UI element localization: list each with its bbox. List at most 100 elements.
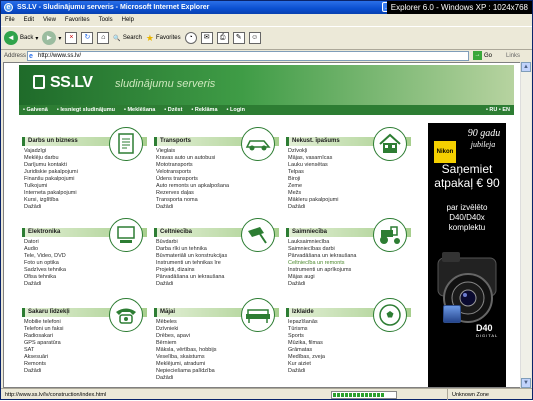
security-zone: Unknown Zone bbox=[447, 389, 489, 400]
links-label[interactable]: Links bbox=[506, 53, 520, 59]
edit-icon[interactable]: ✎ bbox=[232, 32, 245, 44]
menu-favorites[interactable]: Favorites bbox=[65, 15, 90, 25]
list-item[interactable]: Būvmateriāli un konstrukcijas bbox=[156, 253, 279, 260]
nav-login[interactable]: • Login bbox=[227, 105, 245, 115]
list-item[interactable]: Remonts bbox=[24, 361, 147, 368]
menu-tools[interactable]: Tools bbox=[99, 15, 113, 25]
list-item[interactable]: Bērniem bbox=[156, 340, 279, 347]
list-item[interactable]: Mājas augi bbox=[288, 274, 411, 281]
messenger-icon[interactable]: ☺ bbox=[248, 32, 261, 44]
home-icon[interactable]: ⌂ bbox=[97, 32, 110, 44]
menu-help[interactable]: Help bbox=[122, 15, 134, 25]
language-switch[interactable]: • RU • EN bbox=[486, 105, 510, 115]
list-item[interactable]: Biroji bbox=[288, 176, 411, 183]
list-item[interactable]: Rezerves daļas bbox=[156, 190, 279, 197]
history-icon[interactable]: ◔ bbox=[184, 32, 197, 44]
nikon-advertisement[interactable]: Nikon 90 gadu jubileja Saņemiet atpakaļ … bbox=[428, 123, 506, 387]
list-item[interactable]: Drēbes, apavi bbox=[156, 333, 279, 340]
list-item[interactable]: Zeme bbox=[288, 183, 411, 190]
list-item[interactable]: Juridiskie pakalpojumi bbox=[24, 169, 147, 176]
list-item[interactable]: Aksesuāri bbox=[24, 354, 147, 361]
ad-line-2: atpakaļ € 90 bbox=[434, 176, 500, 190]
list-item[interactable]: Radiosakari bbox=[24, 333, 147, 340]
list-item[interactable]: Instrumenti un tehnikas īre bbox=[156, 260, 279, 267]
trowel-icon bbox=[241, 218, 275, 252]
list-item[interactable]: Medības, zveja bbox=[288, 354, 411, 361]
list-item[interactable]: Dažādi bbox=[288, 204, 411, 211]
search-button[interactable]: 🔍 Search bbox=[113, 35, 142, 42]
status-text: http://www.ss.lv/lv/construction/index.h… bbox=[5, 392, 107, 398]
list-item[interactable]: Grāmatas bbox=[288, 347, 411, 354]
list-item[interactable]: Instrumenti un aprīkojums bbox=[288, 267, 411, 274]
list-item[interactable]: Meklējumi, atradumi bbox=[156, 361, 279, 368]
list-item[interactable]: Mūzika, filmas bbox=[288, 340, 411, 347]
list-item[interactable]: Veselība, skaistums bbox=[156, 354, 279, 361]
list-item[interactable]: Sports bbox=[288, 333, 411, 340]
list-item[interactable]: Dažādi bbox=[288, 281, 411, 288]
list-item[interactable]: Transporta noma bbox=[156, 197, 279, 204]
list-item[interactable]: Interneta pakalpojumi bbox=[24, 190, 147, 197]
list-item[interactable]: Lauku viensētas bbox=[288, 162, 411, 169]
list-item[interactable]: Kursi, izglītība bbox=[24, 197, 147, 204]
list-item[interactable]: Dažādi bbox=[156, 281, 279, 288]
ie-badge-icon[interactable] bbox=[443, 305, 461, 323]
vertical-scrollbar[interactable]: ▲ ▼ bbox=[520, 62, 531, 388]
list-item[interactable]: Tulkojumi bbox=[24, 183, 147, 190]
nav-reklama[interactable]: • Reklāma bbox=[191, 105, 217, 115]
list-item[interactable]: Foto un optika bbox=[24, 260, 147, 267]
list-item[interactable]: Dažādi bbox=[24, 281, 147, 288]
list-item[interactable]: GPS aparatūra bbox=[24, 340, 147, 347]
category-izklaide: Izklaide Iepazīšanās Tūrisms Sports Mūzi… bbox=[286, 298, 411, 375]
list-item[interactable]: Finanšu pakalpojumi bbox=[24, 176, 147, 183]
list-item[interactable]: Dažādi bbox=[288, 368, 411, 375]
list-item[interactable]: Darījumu kontakti bbox=[24, 162, 147, 169]
list-item[interactable]: Māksla, vērtības, hobbijs bbox=[156, 347, 279, 354]
address-input[interactable]: http://www.ss.lv/ bbox=[27, 50, 469, 61]
progress-segment bbox=[341, 393, 344, 397]
progress-bar bbox=[331, 391, 397, 399]
list-item[interactable]: Projekti, dizains bbox=[156, 267, 279, 274]
list-item[interactable]: Dažādi bbox=[24, 368, 147, 375]
refresh-icon[interactable]: ↻ bbox=[81, 32, 94, 44]
list-item[interactable]: Telpas bbox=[288, 169, 411, 176]
progress-segment bbox=[353, 393, 356, 397]
list-item[interactable]: Nepieciešama palīdzība bbox=[156, 368, 279, 375]
list-item[interactable]: Sadzīves tehnika bbox=[24, 267, 147, 274]
nav-dzest[interactable]: • Dzēst bbox=[164, 105, 182, 115]
site-tagline: sludinājumu serveris bbox=[115, 78, 216, 90]
list-item[interactable]: Tele, Video, DVD bbox=[24, 253, 147, 260]
menu-file[interactable]: File bbox=[5, 15, 15, 25]
scroll-up-icon[interactable]: ▲ bbox=[521, 62, 531, 72]
list-item[interactable]: Celtniecība un remonts bbox=[288, 260, 411, 267]
title-bar: e SS.LV - Sludinājumu serveris - Microso… bbox=[1, 1, 532, 14]
list-item[interactable]: Dažādi bbox=[24, 204, 147, 211]
list-item[interactable]: Kur aiziet bbox=[288, 361, 411, 368]
address-label: Address bbox=[4, 52, 27, 59]
favorites-button[interactable]: ★ Favorites bbox=[146, 33, 181, 44]
stop-icon[interactable]: × bbox=[65, 32, 78, 44]
list-item[interactable]: SAT bbox=[24, 347, 147, 354]
nav-galvena[interactable]: • Galvenā bbox=[23, 105, 48, 115]
menu-edit[interactable]: Edit bbox=[24, 15, 34, 25]
list-item[interactable]: Mototransports bbox=[156, 162, 279, 169]
list-item[interactable]: Dažādi bbox=[156, 375, 279, 382]
print-icon[interactable]: ⎙ bbox=[216, 32, 229, 44]
list-item[interactable]: Dažādi bbox=[156, 204, 279, 211]
list-item[interactable]: Auto remonts un apkalpošana bbox=[156, 183, 279, 190]
list-item[interactable]: Ūdens transports bbox=[156, 176, 279, 183]
go-button[interactable]: → Go bbox=[473, 51, 492, 60]
site-logo[interactable]: SS.LV bbox=[50, 74, 93, 92]
list-item[interactable]: Mākleru pakalpojumi bbox=[288, 197, 411, 204]
list-item[interactable]: Ofisa tehnika bbox=[24, 274, 147, 281]
back-button[interactable]: ◄ Back ▾ bbox=[4, 31, 38, 45]
nav-meklesana[interactable]: • Meklēšana bbox=[124, 105, 155, 115]
nav-iesniegt[interactable]: • Iesniegt sludinājumu bbox=[57, 105, 115, 115]
menu-view[interactable]: View bbox=[43, 15, 56, 25]
list-item[interactable]: Pārvadāšana un iekraušana bbox=[288, 253, 411, 260]
forward-button[interactable]: ► ▾ bbox=[42, 31, 61, 45]
list-item[interactable]: Pārvadāšana un iekraušana bbox=[156, 274, 279, 281]
scroll-down-icon[interactable]: ▼ bbox=[521, 378, 531, 388]
list-item[interactable]: Velotransports bbox=[156, 169, 279, 176]
list-item[interactable]: Mežs bbox=[288, 190, 411, 197]
mail-icon[interactable]: ✉ bbox=[200, 32, 213, 44]
